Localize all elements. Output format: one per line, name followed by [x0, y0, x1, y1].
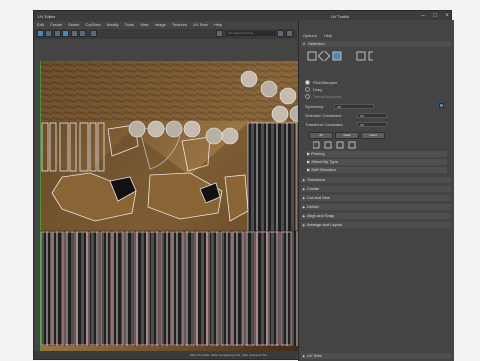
snapshot-icon[interactable]	[90, 30, 97, 37]
isolate-icon[interactable]	[71, 30, 78, 37]
uv-toolkit-title: UV Toolkit	[331, 14, 349, 19]
menu-select[interactable]: Select	[68, 22, 79, 27]
menu-modify[interactable]: Modify	[107, 22, 119, 27]
section-selection-label: Selection	[308, 41, 325, 46]
select-shell-icon	[336, 141, 344, 149]
section-soft-selection[interactable]: ▶ Soft Selection	[307, 167, 447, 173]
section-pinning[interactable]: ▶ Pinning	[307, 151, 447, 157]
shaded-uv-icon[interactable]	[54, 30, 61, 37]
section-select-by-type[interactable]: ▶ Select By Type	[307, 159, 447, 165]
grow-icon	[313, 141, 320, 149]
chevron-down-icon: ▼	[302, 42, 306, 46]
symmetry-dropdown[interactable]: Off	[334, 104, 374, 109]
menu-help[interactable]: Help	[214, 22, 222, 27]
selection-mode-icons	[307, 51, 373, 61]
menu-create[interactable]: Create	[50, 22, 62, 27]
grow-shrink-icons	[313, 141, 356, 149]
section-selection[interactable]: ▼ Selection	[301, 41, 451, 47]
close-icon[interactable]: ×	[442, 13, 452, 19]
section-uv-sets[interactable]: ▶ UV Sets	[301, 353, 451, 359]
symmetry-label: Symmetry:	[305, 104, 325, 109]
uv-editor-window: UV Editor UV Toolkit – □ × Edit Create S…	[33, 10, 454, 361]
menu-edit[interactable]: Edit	[37, 22, 44, 27]
menu-textures[interactable]: Textures	[172, 22, 187, 27]
exposure-icon[interactable]	[277, 30, 284, 37]
uv-mode-icon	[356, 51, 366, 61]
menu-cut-sew[interactable]: Cut/Sew	[85, 22, 100, 27]
editor-toolbar: Set Selection Pivot	[34, 29, 297, 39]
minimize-icon[interactable]: –	[418, 13, 428, 19]
shell-mode-icon	[368, 51, 373, 61]
menu-help-toolkit[interactable]: Help	[324, 33, 332, 38]
selection-constraint-label: Selection Constraint:	[305, 113, 342, 118]
face-mode-icon	[332, 51, 342, 61]
section-transform[interactable]: ▶ Transform	[301, 177, 451, 183]
editor-menu-bar: Edit Create Select Cut/Sew Modify Tools …	[37, 22, 227, 28]
clear-button[interactable]: Clear	[335, 132, 359, 139]
transform-constraint-label: Transform Constraint:	[305, 122, 344, 127]
uv-viewport[interactable]	[40, 61, 299, 351]
uv-status-text: (0/0) UV shells, (0/0) overlapping UVs, …	[189, 353, 267, 357]
uv-layout-canvas	[40, 61, 299, 351]
uv-toolkit-panel: Options Help ▼ Selection Pick/Marquee Dr…	[298, 20, 454, 361]
selection-pivot-field[interactable]: Set Selection Pivot	[226, 31, 276, 36]
checker-icon[interactable]	[62, 30, 69, 37]
symmetry-plus-icon[interactable]	[439, 103, 444, 108]
menu-tools[interactable]: Tools	[125, 22, 134, 27]
shrink-icon	[324, 141, 332, 149]
edge-mode-icon	[317, 51, 331, 61]
drag-option[interactable]: Drag	[305, 87, 322, 93]
invert-button[interactable]: Invert	[361, 132, 385, 139]
menu-options[interactable]: Options	[303, 33, 317, 38]
menu-image[interactable]: Image	[155, 22, 166, 27]
status-bar: (0/0) UV shells, (0/0) overlapping UVs, …	[34, 351, 297, 359]
uv-shell-right-column	[247, 122, 297, 234]
pivot-icon[interactable]	[216, 30, 223, 37]
section-arrange-and-layout[interactable]: ▶ Arrange and Layout	[301, 222, 451, 228]
select-border-icon	[348, 141, 356, 149]
frame-all-icon[interactable]	[79, 30, 86, 37]
tweak-marquee-option[interactable]: Tweak/Marquee	[305, 94, 341, 100]
section-unfold[interactable]: ▶ Unfold	[301, 204, 451, 210]
selection-constraint-dropdown[interactable]: Off	[357, 113, 387, 118]
section-create[interactable]: ▶ Create	[301, 186, 451, 192]
pick-marquee-option[interactable]: Pick/Marquee	[305, 80, 337, 86]
toggle-grid-icon[interactable]	[37, 30, 44, 37]
menu-uv-sets[interactable]: UV Sets	[193, 22, 208, 27]
select-all-button[interactable]: All	[309, 132, 333, 139]
section-cut-and-sew[interactable]: ▶ Cut and Sew	[301, 195, 451, 201]
transform-constraint-dropdown[interactable]: Off	[357, 122, 387, 127]
uv-editor-title: UV Editor	[38, 14, 56, 19]
toolkit-menu-bar: Options Help	[303, 33, 338, 38]
gamma-icon[interactable]	[286, 30, 293, 37]
maximize-icon[interactable]: □	[430, 13, 440, 19]
vertex-mode-icon	[307, 51, 317, 61]
uv-shells-planks	[40, 231, 299, 346]
section-align-and-snap[interactable]: ▶ Align and Snap	[301, 213, 451, 219]
texture-display-icon[interactable]	[45, 30, 52, 37]
menu-view[interactable]: View	[140, 22, 149, 27]
